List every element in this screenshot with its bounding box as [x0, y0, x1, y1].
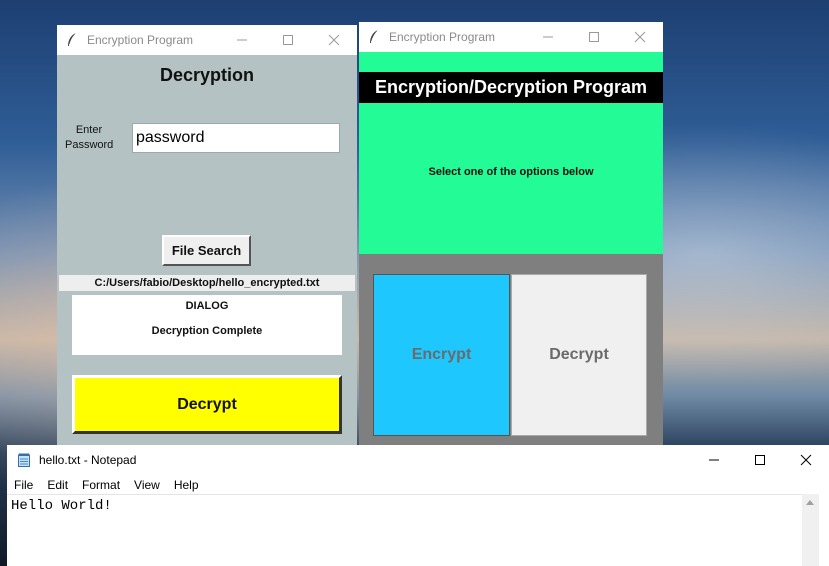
minimize-icon	[709, 459, 719, 461]
close-button[interactable]	[311, 25, 357, 55]
dialog-title: DIALOG	[185, 300, 229, 312]
close-icon	[800, 454, 812, 466]
minimize-button[interactable]	[219, 25, 265, 55]
minimize-button[interactable]	[525, 22, 571, 52]
text-editor[interactable]: Hello World!	[7, 494, 802, 566]
decryption-body: Decryption Enter Password File Search C:…	[57, 55, 357, 445]
decrypt-option-button[interactable]: Decrypt	[511, 274, 647, 436]
window-title: hello.txt - Notepad	[39, 453, 137, 467]
decrypt-button[interactable]: Decrypt	[72, 375, 342, 434]
notepad-icon	[18, 453, 30, 467]
close-icon	[634, 31, 646, 43]
menu-format[interactable]: Format	[75, 475, 127, 495]
option-buttons: Encrypt Decrypt	[372, 273, 648, 437]
maximize-icon	[283, 35, 293, 45]
maximize-button[interactable]	[737, 445, 783, 475]
notepad-window: hello.txt - Notepad File Edit Format Vie…	[7, 445, 829, 566]
maximize-button[interactable]	[571, 22, 617, 52]
instruction-text: Select one of the options below	[428, 166, 594, 178]
encrypt-button[interactable]: Encrypt	[373, 274, 510, 436]
password-label-text: Enter Password	[65, 124, 114, 151]
title-bar[interactable]: Encryption Program	[359, 22, 663, 52]
menu-help[interactable]: Help	[167, 475, 206, 495]
scroll-up-icon[interactable]	[806, 500, 814, 505]
close-button[interactable]	[617, 22, 663, 52]
maximize-icon	[755, 455, 765, 465]
maximize-icon	[589, 32, 599, 42]
feather-icon	[68, 32, 77, 46]
minimize-button[interactable]	[691, 445, 737, 475]
close-icon	[328, 34, 340, 46]
page-title: Decryption	[159, 65, 255, 85]
dialog-message: Decryption Complete	[151, 325, 263, 337]
file-path-label: C:/Users/fabio/Desktop/hello_encrypted.t…	[59, 275, 355, 291]
decryption-window: Encryption Program Decryption Enter Pass…	[57, 25, 357, 445]
password-input[interactable]	[132, 123, 340, 153]
feather-icon	[370, 29, 379, 43]
file-search-button[interactable]: File Search	[162, 235, 251, 266]
header-panel: Encryption/Decryption Program Select one…	[359, 52, 663, 254]
password-label: Enter Password	[65, 123, 113, 153]
dialog-box: DIALOG Decryption Complete	[72, 295, 342, 355]
main-body: Encryption/Decryption Program Select one…	[359, 52, 663, 445]
menu-view[interactable]: View	[127, 475, 167, 495]
menu-file[interactable]: File	[7, 475, 40, 495]
maximize-button[interactable]	[265, 25, 311, 55]
main-window: Encryption Program Encryption/Decryption…	[359, 22, 663, 445]
title-bar[interactable]: Encryption Program	[57, 25, 357, 55]
title-bar[interactable]: hello.txt - Notepad	[7, 445, 829, 475]
menu-bar: File Edit Format View Help	[7, 475, 829, 495]
vertical-scrollbar[interactable]	[802, 494, 819, 566]
minimize-icon	[543, 36, 553, 38]
menu-edit[interactable]: Edit	[40, 475, 75, 495]
close-button[interactable]	[783, 445, 829, 475]
minimize-icon	[237, 39, 247, 41]
window-title: Encryption Program	[389, 30, 496, 44]
program-banner: Encryption/Decryption Program	[359, 72, 663, 103]
window-title: Encryption Program	[87, 33, 194, 47]
